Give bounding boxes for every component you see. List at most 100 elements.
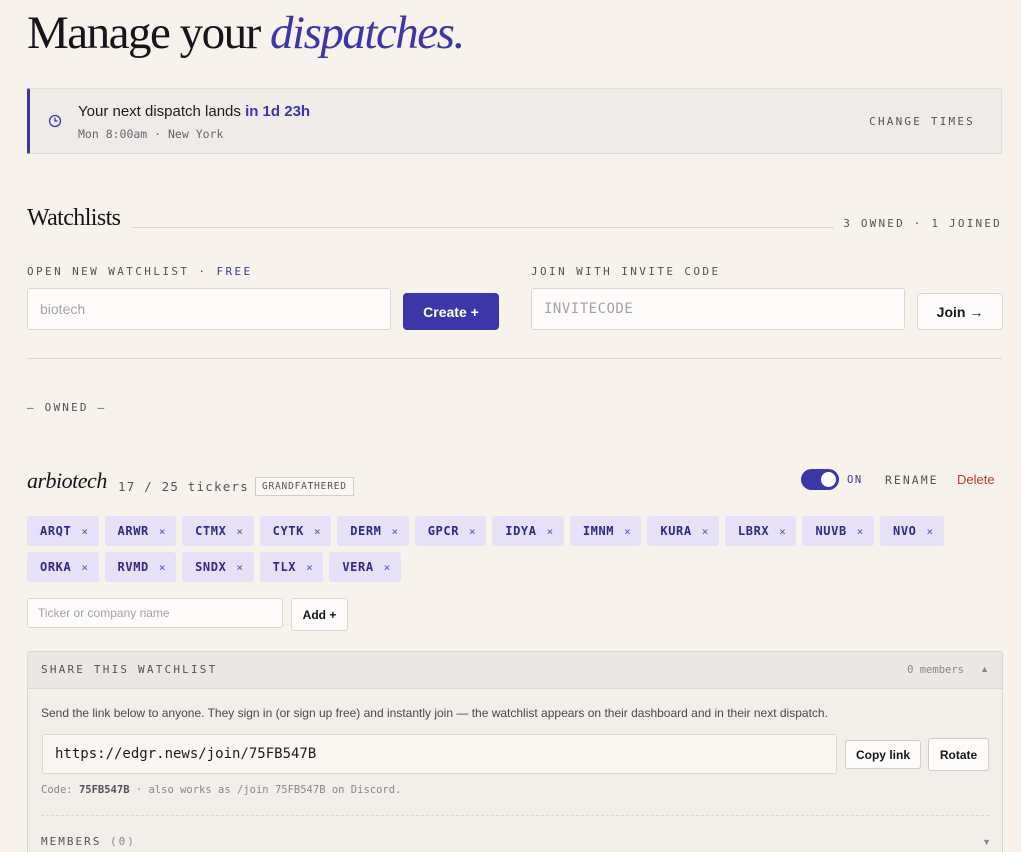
ticker-chip: IMNM × [569,516,642,546]
page-title-accent: dispatches. [270,7,465,59]
ticker-chip: ORKA × [27,552,99,582]
ticker-chip: RVMD × [104,552,177,582]
remove-ticker-icon[interactable]: × [159,561,166,574]
ticker-chip: LBRX × [724,516,797,546]
remove-ticker-icon[interactable]: × [927,525,934,538]
ticker-symbol: IMNM [582,524,615,538]
ticker-symbol: NVO [893,524,917,538]
members-label: MEMBERS [41,835,102,848]
ticker-symbol: CTMX [195,524,227,538]
watchlist-toggle[interactable] [801,469,839,490]
share-panel-header[interactable]: SHARE THIS WATCHLIST 0 members ▲ [28,652,1002,689]
remove-ticker-icon[interactable]: × [857,525,864,538]
ticker-symbol: CYTK [272,524,304,538]
ticker-chip: CYTK × [259,516,332,546]
ticker-chip: KURA × [647,516,719,546]
next-dispatch-headline: Your next dispatch lands in 1d 23h [78,103,310,120]
toggle-knob [821,472,836,487]
toggle-state-label: ON [847,474,863,486]
ticker-chip: CTMX × [182,516,254,546]
next-dispatch-text: Your next dispatch lands [78,103,241,120]
ticker-symbol: IDYA [505,524,537,538]
remove-ticker-icon[interactable]: × [236,525,243,538]
page: Manage your dispatches. Your next dispat… [0,0,1021,852]
ticker-chip: SNDX × [182,552,254,582]
remove-ticker-icon[interactable]: × [81,561,88,574]
watchlists-header: Watchlists 3 OWNED · 1 JOINED [27,205,1002,235]
ticker-symbol: VERA [342,560,374,574]
ticker-chip: VERA × [329,552,401,582]
watchlists-heading: Watchlists [27,205,121,231]
remove-ticker-icon[interactable]: × [384,561,391,574]
ticker-chip: ARQT × [27,516,99,546]
clock-icon [48,114,62,133]
remove-ticker-icon[interactable]: × [306,561,313,574]
members-toggle[interactable]: MEMBERS (0) [41,835,136,848]
remove-ticker-icon[interactable]: × [392,525,399,538]
next-dispatch-eta: in 1d 23h [245,103,311,120]
ticker-symbol: LBRX [737,524,770,538]
remove-ticker-icon[interactable]: × [547,525,554,538]
remove-ticker-icon[interactable]: × [702,525,709,538]
share-link-text: https://edgr.news/join/75FB547B [55,746,317,762]
watchlist-ticker-count: 17 / 25 tickers [118,479,249,494]
change-times-button[interactable]: CHANGE TIMES [869,115,975,128]
ticker-chip: ARWR × [104,516,177,546]
chevron-up-icon: ▲ [980,664,989,674]
remove-ticker-icon[interactable]: × [314,525,321,538]
members-count: (0) [109,835,136,848]
ticker-chip: DERM × [337,516,409,546]
rotate-button[interactable]: Rotate [928,738,989,771]
remove-ticker-icon[interactable]: × [469,525,476,538]
ticker-symbol: ARQT [40,524,72,538]
code-suffix-end: on Discord. [331,784,402,796]
code-label: Code: [41,784,73,796]
share-members-count: 0 members [907,664,964,676]
page-title: Manage your dispatches. [27,6,465,60]
next-dispatch-banner: Your next dispatch lands in 1d 23h Mon 8… [27,88,1002,154]
ticker-symbol: GPCR [427,524,460,538]
open-watchlist-label: OPEN NEW WATCHLIST · FREE [27,265,253,278]
ticker-chip: NVO × [880,516,944,546]
free-tag: FREE [216,265,253,278]
ticker-chip: GPCR × [414,516,487,546]
ticker-symbol: KURA [660,524,692,538]
chevron-down-icon: ▼ [982,837,991,847]
ticker-chip: NUVB × [802,516,875,546]
invite-code-line: Code: 75FB547B · also works as /join 75F… [41,784,401,796]
delete-button[interactable]: Delete [957,472,995,487]
ticker-symbol: DERM [350,524,382,538]
ticker-symbol: ORKA [40,560,72,574]
remove-ticker-icon[interactable]: × [624,525,631,538]
remove-ticker-icon[interactable]: × [159,525,166,538]
create-watchlist-button[interactable]: Create + [403,293,499,330]
watchlist-name: arbiotech [27,468,107,493]
remove-ticker-icon[interactable]: × [779,525,786,538]
new-watchlist-input[interactable] [27,288,391,330]
copy-link-button[interactable]: Copy link [845,740,921,769]
code-suffix: · also works as /join [135,784,269,796]
ticker-symbol: TLX [272,560,297,574]
ticker-chip: IDYA × [492,516,564,546]
open-watchlist-label-text: OPEN NEW WATCHLIST [27,265,190,278]
remove-ticker-icon[interactable]: × [81,525,88,538]
open-watchlist-label-sep: · [189,265,217,278]
invite-code-input[interactable] [531,288,905,330]
rename-button[interactable]: RENAME [885,473,939,487]
share-link-field[interactable]: https://edgr.news/join/75FB547B [42,734,837,774]
remove-ticker-icon[interactable]: × [236,561,243,574]
add-ticker-button[interactable]: Add + [291,598,348,631]
next-dispatch-schedule: Mon 8:00am · New York [78,127,224,141]
share-description: Send the link below to anyone. They sign… [41,706,828,720]
section-divider [27,358,1002,359]
owned-section-label: — OWNED — [27,401,107,414]
ticker-symbol: RVMD [117,560,149,574]
join-button[interactable]: Join → [917,293,1003,330]
page-title-prefix: Manage your [27,7,261,59]
share-panel-title: SHARE THIS WATCHLIST [41,663,218,676]
join-code-label: JOIN WITH INVITE CODE [531,265,721,278]
ticker-chip-list: ARQT × ARWR × CTMX × CYTK × DERM × GPCR × IDYA × IMNM ×… [27,516,967,582]
ticker-search-input[interactable] [27,598,283,628]
code-suffix-code: 75FB547B [274,784,326,796]
members-divider [41,815,989,816]
